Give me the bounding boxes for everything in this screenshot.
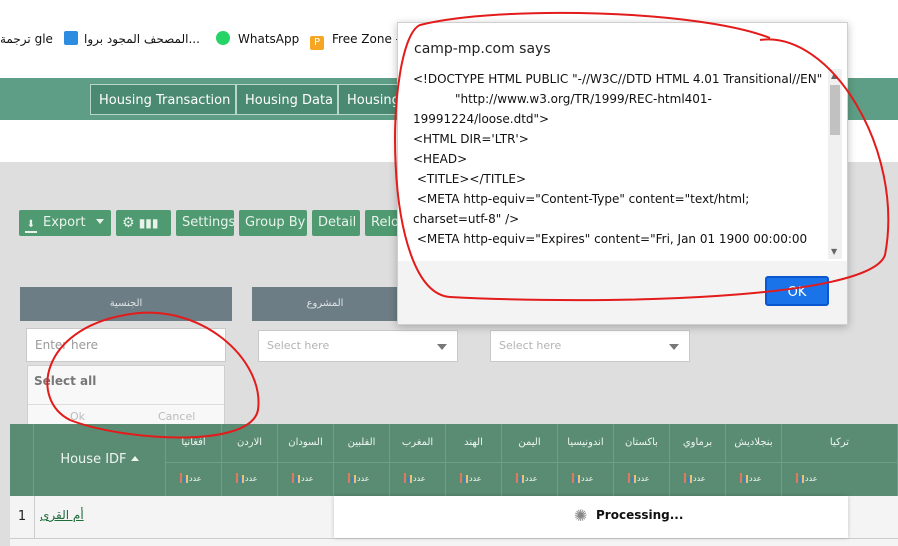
red-annotation-overlay [46, 11, 890, 439]
annotation-circle-dialog [394, 11, 890, 302]
annotation-circle-dropdown [46, 311, 260, 439]
